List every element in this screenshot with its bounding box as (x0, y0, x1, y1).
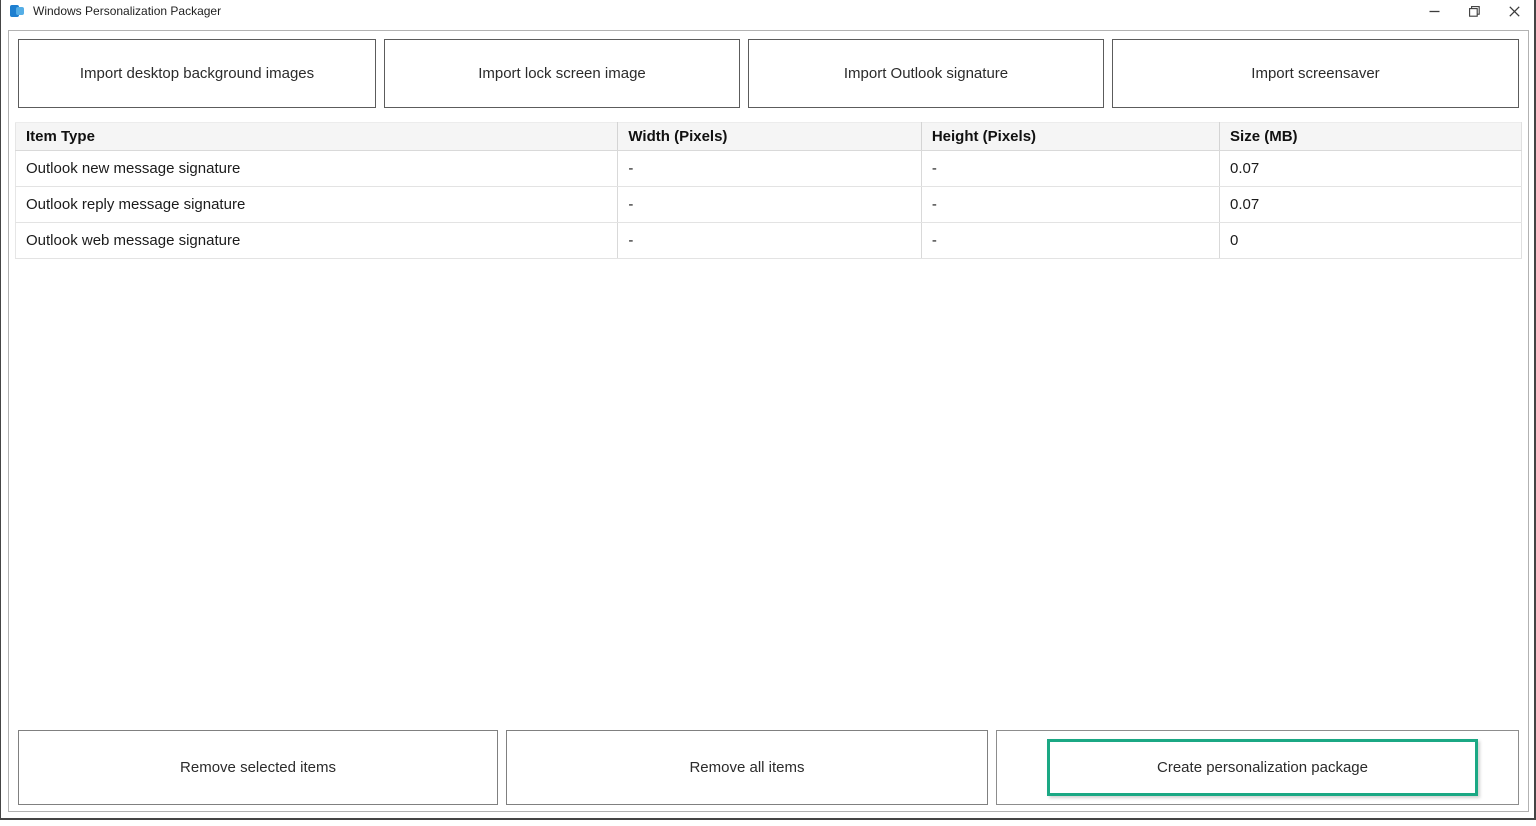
cell-width: - (618, 187, 921, 223)
minimize-icon (1429, 6, 1440, 17)
import-outlook-signature-button[interactable]: Import Outlook signature (748, 39, 1104, 108)
restore-icon (1469, 6, 1480, 17)
cell-item-type: Outlook web message signature (16, 223, 618, 259)
remove-all-items-button[interactable]: Remove all items (506, 730, 988, 805)
table-row[interactable]: Outlook new message signature - - 0.07 (16, 151, 1522, 187)
import-lock-screen-button[interactable]: Import lock screen image (384, 39, 740, 108)
create-personalization-package-button[interactable]: Create personalization package (1047, 739, 1478, 796)
close-button[interactable] (1494, 0, 1534, 22)
window-title: Windows Personalization Packager (33, 4, 221, 18)
empty-list-area (15, 259, 1522, 730)
action-button-row: Remove selected items Remove all items C… (18, 730, 1519, 805)
cell-height: - (921, 187, 1219, 223)
import-screensaver-button[interactable]: Import screensaver (1112, 39, 1519, 108)
column-header-height[interactable]: Height (Pixels) (921, 123, 1219, 151)
window-controls (1414, 0, 1534, 22)
remove-selected-items-button[interactable]: Remove selected items (18, 730, 498, 805)
cell-item-type: Outlook reply message signature (16, 187, 618, 223)
cell-width: - (618, 151, 921, 187)
column-header-item-type[interactable]: Item Type (16, 123, 618, 151)
import-button-row: Import desktop background images Import … (18, 39, 1519, 108)
table-row[interactable]: Outlook reply message signature - - 0.07 (16, 187, 1522, 223)
app-window: Windows Personalization Packager (0, 0, 1536, 820)
cell-width: - (618, 223, 921, 259)
cell-size: 0.07 (1220, 187, 1522, 223)
cell-size: 0.07 (1220, 151, 1522, 187)
cell-height: - (921, 151, 1219, 187)
cell-item-type: Outlook new message signature (16, 151, 618, 187)
column-header-size[interactable]: Size (MB) (1220, 123, 1522, 151)
column-header-width[interactable]: Width (Pixels) (618, 123, 921, 151)
import-desktop-background-button[interactable]: Import desktop background images (18, 39, 376, 108)
title-bar: Windows Personalization Packager (1, 0, 1534, 22)
create-package-container: Create personalization package (996, 730, 1519, 805)
cell-size: 0 (1220, 223, 1522, 259)
screenshot-stage: Windows Personalization Packager (0, 0, 1536, 826)
items-table: Item Type Width (Pixels) Height (Pixels)… (15, 122, 1522, 259)
table-row[interactable]: Outlook web message signature - - 0 (16, 223, 1522, 259)
main-panel: Import desktop background images Import … (8, 30, 1529, 812)
minimize-button[interactable] (1414, 0, 1454, 22)
cell-height: - (921, 223, 1219, 259)
app-icon (10, 4, 24, 18)
close-icon (1509, 6, 1520, 17)
table-header-row: Item Type Width (Pixels) Height (Pixels)… (16, 123, 1522, 151)
restore-button[interactable] (1454, 0, 1494, 22)
